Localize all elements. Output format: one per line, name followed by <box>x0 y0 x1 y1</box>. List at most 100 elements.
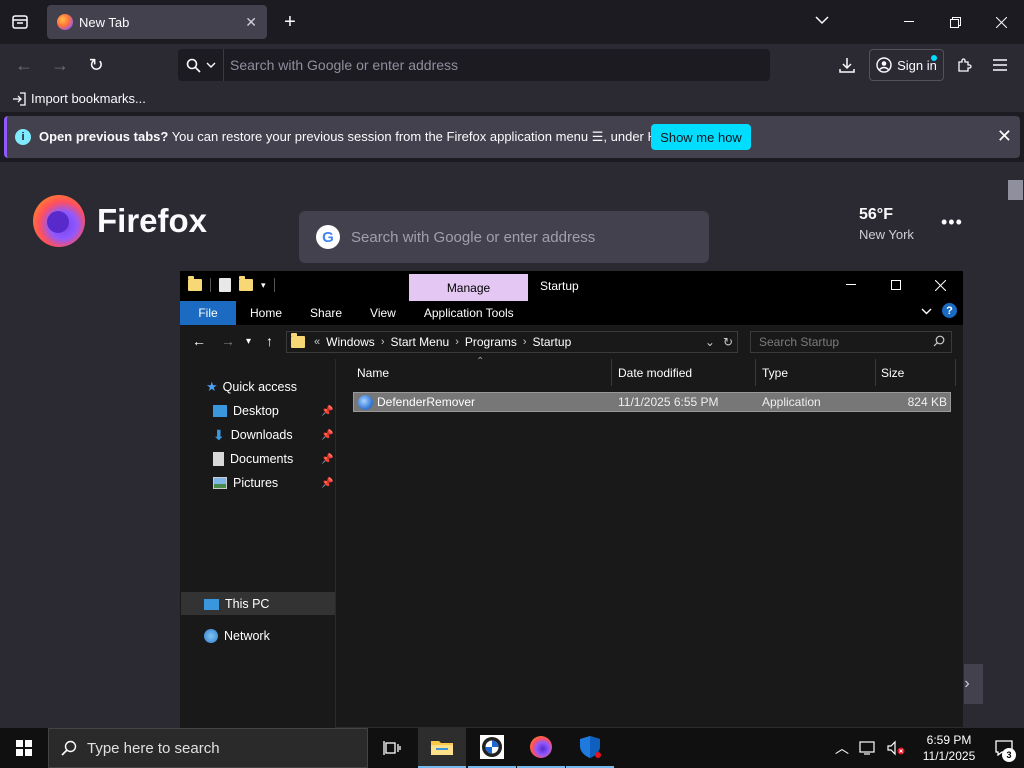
pin-icon[interactable]: 📌 <box>321 406 333 417</box>
nav-network[interactable]: Network <box>204 625 270 647</box>
nav-pictures[interactable]: Pictures <box>213 472 278 494</box>
firefox-view-button[interactable] <box>8 11 32 33</box>
search-engine-button[interactable] <box>178 49 224 81</box>
action-center-button[interactable]: 3 <box>984 728 1024 768</box>
weather-widget[interactable]: 56°F New York <box>859 206 914 242</box>
nav-documents[interactable]: Documents <box>213 448 293 470</box>
taskbar-bmw-app[interactable] <box>468 728 516 768</box>
new-folder-icon[interactable] <box>239 276 253 291</box>
help-icon[interactable]: ? <box>942 303 957 318</box>
column-header-size[interactable]: Size <box>881 359 951 387</box>
task-view-button[interactable] <box>368 728 416 768</box>
new-tab-button[interactable]: + <box>278 10 302 34</box>
extensions-button[interactable] <box>950 53 978 77</box>
breadcrumb-start-menu[interactable]: Start Menu <box>387 335 452 349</box>
taskbar-clock[interactable]: 6:59 PM 11/1/2025 <box>914 732 984 764</box>
file-explorer-window: ▾ Manage Startup File Home Share View Ap… <box>179 270 964 728</box>
column-header-name[interactable]: Name <box>357 359 611 387</box>
start-button[interactable] <box>0 728 48 768</box>
column-divider[interactable] <box>875 359 876 386</box>
nav-desktop[interactable]: Desktop <box>213 400 279 422</box>
ribbon-tab-view[interactable]: View <box>356 306 410 320</box>
nav-desktop-label: Desktop <box>233 404 279 418</box>
explorer-title-bar: ▾ Manage Startup <box>180 271 963 301</box>
column-header-date[interactable]: Date modified <box>618 359 754 387</box>
close-tab-icon[interactable]: ✕ <box>245 14 257 31</box>
column-header-type[interactable]: Type <box>762 359 874 387</box>
ribbon-tab-share[interactable]: Share <box>296 306 356 320</box>
pin-icon[interactable]: 📌 <box>321 454 333 465</box>
nav-quick-access-label: Quick access <box>222 380 297 394</box>
taskbar-search-box[interactable]: Type here to search <box>48 728 368 768</box>
volume-muted-icon[interactable] <box>886 740 906 756</box>
app-menu-button[interactable] <box>986 53 1014 77</box>
nav-this-pc[interactable]: This PC <box>204 593 269 615</box>
forward-button[interactable]: → <box>46 53 74 77</box>
manage-contextual-tab[interactable]: Manage <box>409 274 528 301</box>
show-me-how-button[interactable]: Show me how <box>651 124 751 150</box>
properties-icon[interactable] <box>219 278 231 292</box>
notification-count-badge: 3 <box>1002 748 1016 762</box>
refresh-icon[interactable]: ↻ <box>723 335 733 349</box>
scrollbar-thumb[interactable] <box>1008 180 1023 200</box>
address-bar-actions: ⌄ ↻ <box>705 335 733 349</box>
column-header-date-label: Date modified <box>618 366 693 380</box>
recent-locations-chevron-icon[interactable]: ▾ <box>246 336 251 347</box>
taskbar-windows-security[interactable] <box>566 728 614 768</box>
notification-dot <box>931 55 937 61</box>
minimize-button[interactable] <box>886 0 932 44</box>
column-divider[interactable] <box>955 359 956 386</box>
show-hidden-icons-chevron-icon[interactable]: ︿ <box>830 738 854 758</box>
explorer-minimize-button[interactable] <box>828 271 873 299</box>
nav-pictures-label: Pictures <box>233 476 279 490</box>
back-button[interactable]: ← <box>10 53 38 77</box>
up-folder-button[interactable]: ↑ <box>266 333 273 349</box>
tab-new-tab[interactable]: New Tab ✕ <box>47 5 267 39</box>
sign-in-button[interactable]: Sign in <box>869 49 944 81</box>
close-icon <box>935 279 946 291</box>
column-divider[interactable] <box>611 359 612 386</box>
close-window-button[interactable] <box>978 0 1024 44</box>
more-options-icon[interactable]: ••• <box>941 212 963 233</box>
explorer-search-box[interactable]: Search Startup <box>750 331 952 353</box>
customize-toolbar-icon[interactable]: ▾ <box>261 280 266 291</box>
address-dropdown-icon[interactable]: ⌄ <box>705 335 715 349</box>
restore-button[interactable] <box>932 0 978 44</box>
ribbon-tab-file[interactable]: File <box>180 301 236 325</box>
ribbon-tab-home[interactable]: Home <box>236 306 296 320</box>
newtab-search-box[interactable]: G Search with Google or enter address <box>299 211 709 263</box>
column-divider[interactable] <box>755 359 756 386</box>
breadcrumb-windows[interactable]: Windows <box>323 335 378 349</box>
url-input-placeholder[interactable]: Search with Google or enter address <box>224 57 458 73</box>
table-row[interactable]: DefenderRemover 11/1/2025 6:55 PM Applic… <box>353 392 951 412</box>
import-bookmarks-button[interactable]: Import bookmarks... <box>12 91 146 106</box>
address-bar[interactable]: « Windows › Start Menu › Programs › Star… <box>286 331 738 353</box>
url-bar[interactable]: Search with Google or enter address <box>178 49 770 81</box>
overflow-chevron[interactable]: « <box>311 336 323 348</box>
network-status-icon[interactable] <box>858 740 878 756</box>
downloads-button[interactable] <box>833 53 861 77</box>
reload-button[interactable]: ↻ <box>82 53 110 77</box>
nav-quick-access[interactable]: ★ Quick access <box>206 376 297 398</box>
nav-downloads[interactable]: ⬇ Downloads <box>213 424 293 446</box>
explorer-close-button[interactable] <box>918 271 963 299</box>
pin-icon[interactable]: 📌 <box>321 478 333 489</box>
expand-ribbon-chevron-icon[interactable] <box>921 307 932 315</box>
explorer-maximize-button[interactable] <box>873 271 918 299</box>
page-scrollbar[interactable] <box>1007 162 1024 728</box>
taskbar-file-explorer[interactable] <box>418 728 466 768</box>
ribbon-tab-application-tools[interactable]: Application Tools <box>410 306 528 320</box>
pin-icon[interactable]: 📌 <box>321 430 333 441</box>
explorer-forward-button[interactable]: → <box>221 333 235 349</box>
taskbar-firefox[interactable] <box>517 728 565 768</box>
divider <box>210 278 211 292</box>
breadcrumb-programs[interactable]: Programs <box>462 335 520 349</box>
pictures-icon <box>213 477 227 489</box>
close-notification-icon[interactable]: ✕ <box>997 126 1012 147</box>
system-tray: ︿ 6:59 PM 11/1/2025 3 <box>830 728 1024 768</box>
breadcrumb-startup[interactable]: Startup <box>530 335 575 349</box>
firefox-wordmark: Firefox <box>97 202 208 239</box>
explorer-back-button[interactable]: ← <box>192 333 206 349</box>
list-all-tabs-button[interactable] <box>815 12 829 28</box>
file-name: DefenderRemover <box>377 395 476 409</box>
